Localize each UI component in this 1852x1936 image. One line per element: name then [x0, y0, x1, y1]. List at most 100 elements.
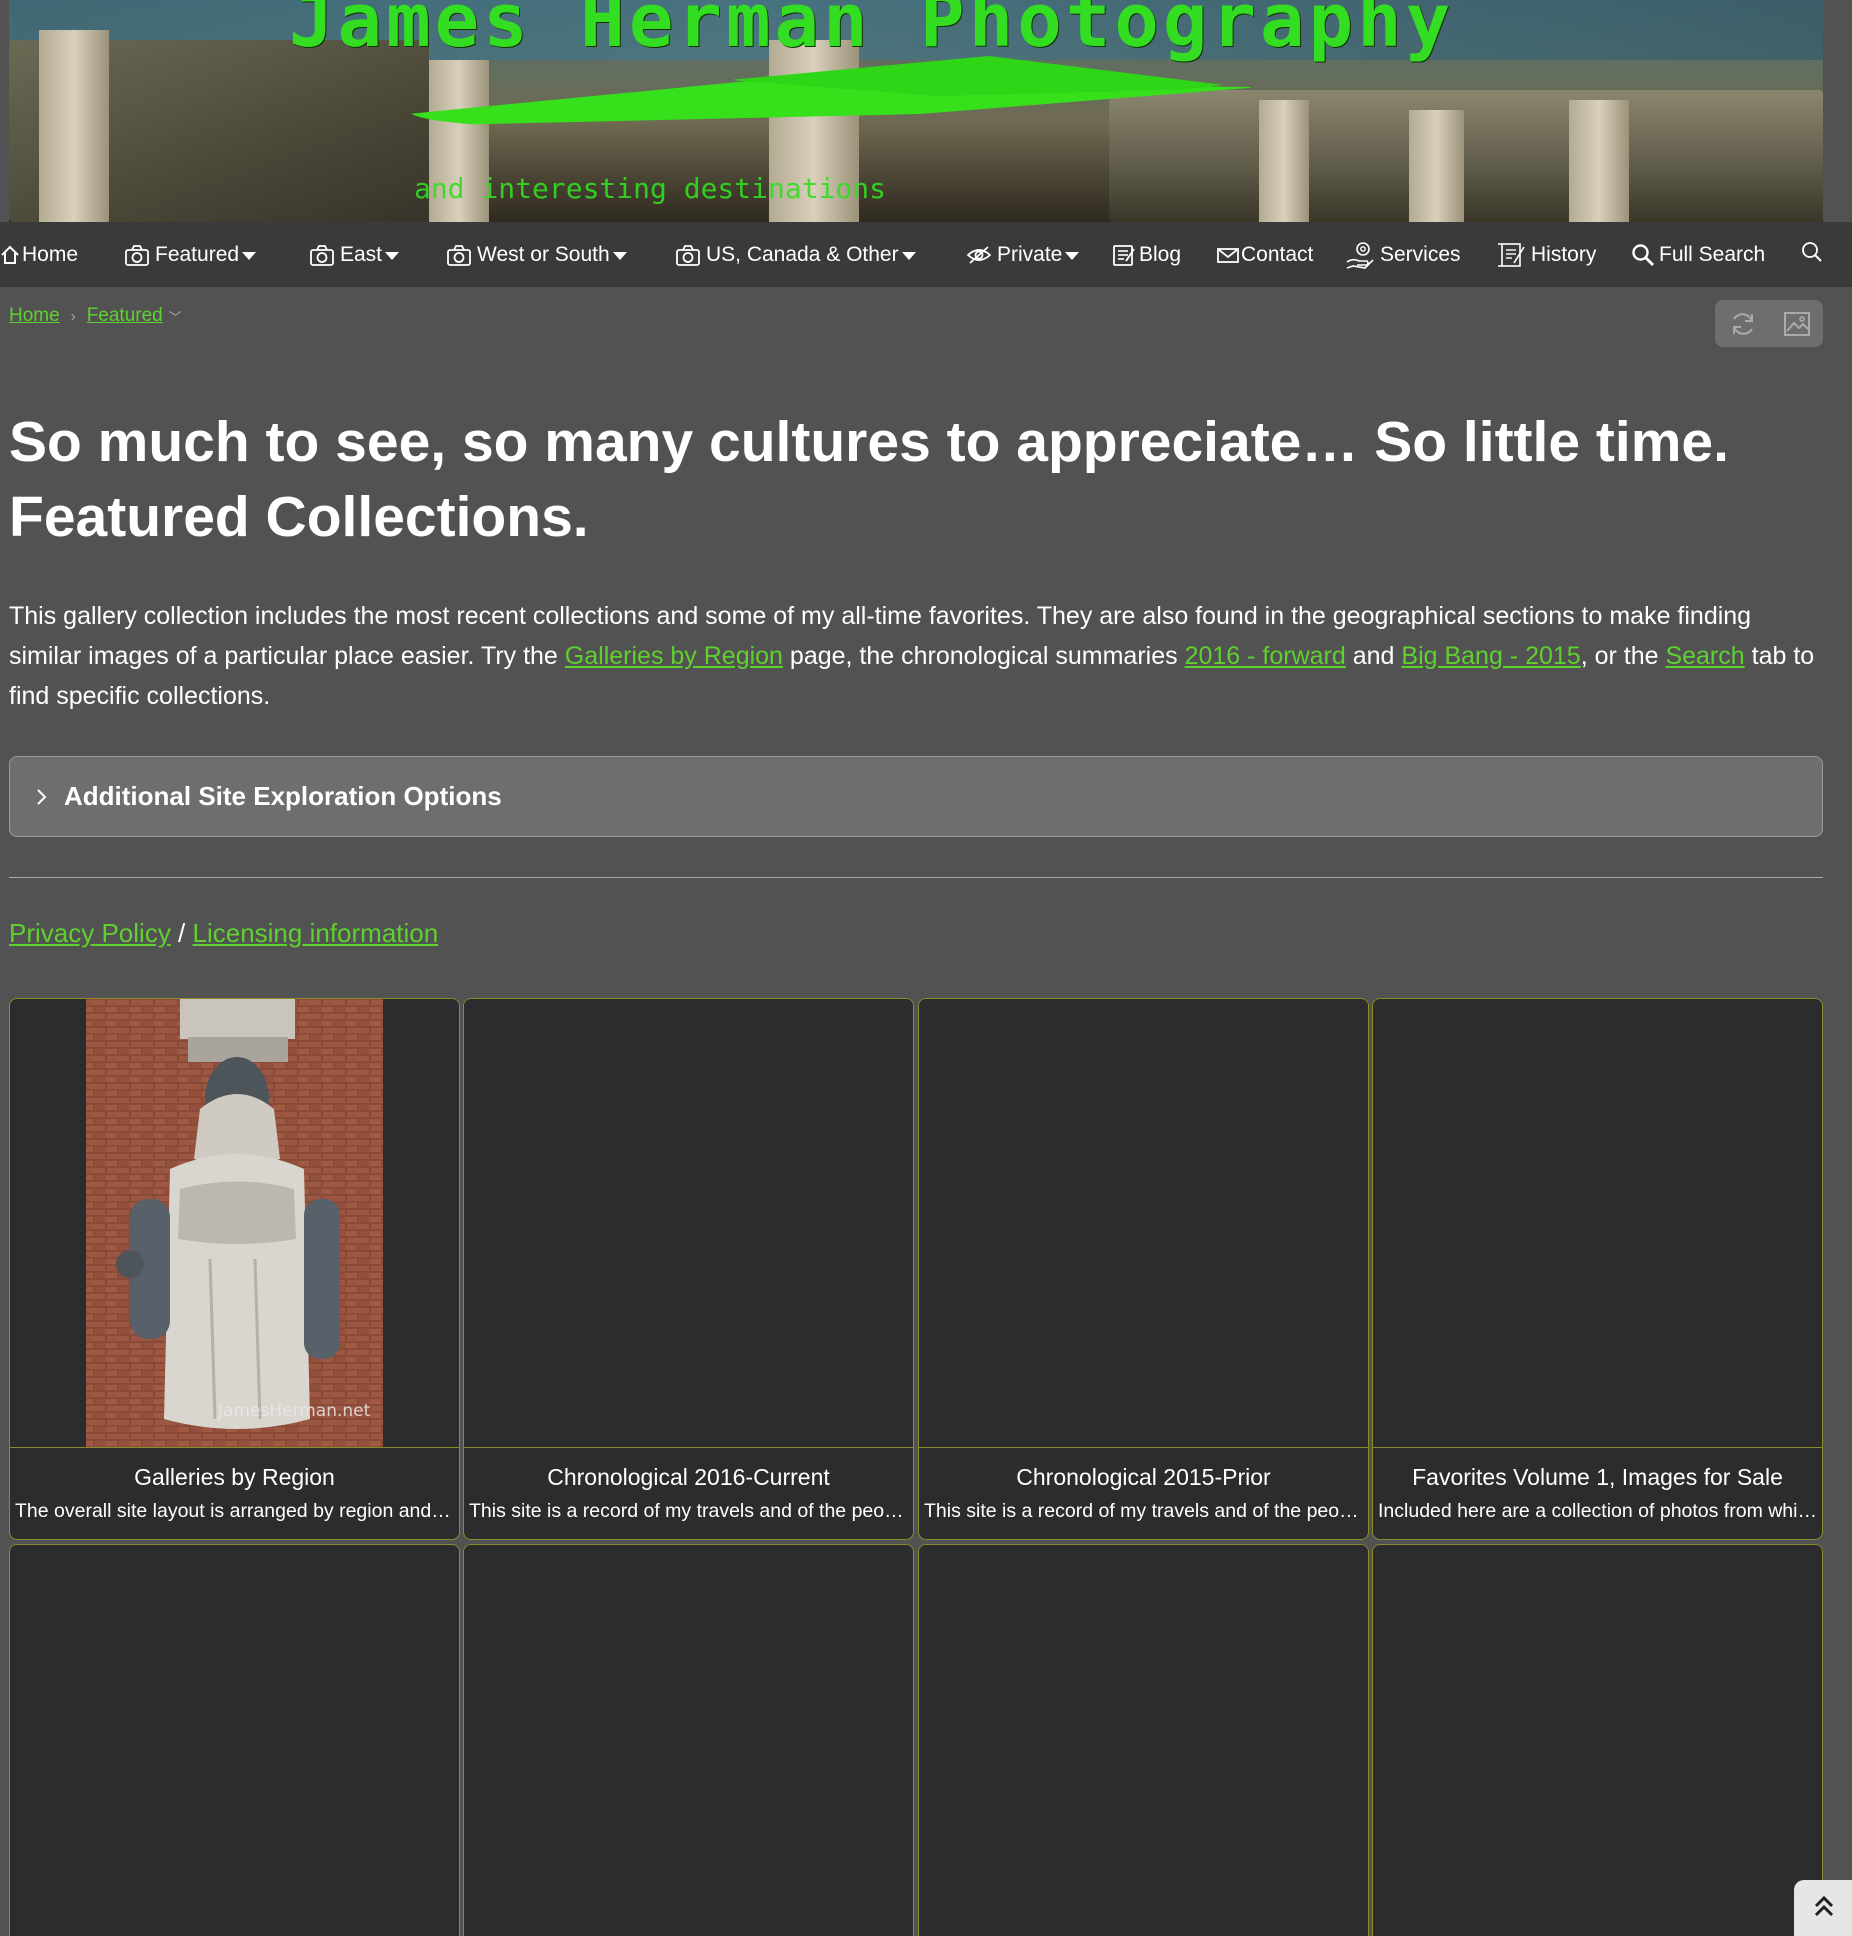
- gallery-card[interactable]: JamesHerman.net Galleries by Region The …: [9, 998, 460, 1540]
- nav-contact-label: Contact: [1241, 242, 1314, 266]
- card-description: Included here are a collection of photos…: [1378, 1500, 1822, 1522]
- gallery-thumbnail: [1373, 1545, 1822, 1936]
- banner-tagline: and interesting destinations: [414, 172, 887, 205]
- caret-down-icon: [385, 251, 400, 260]
- nav-history[interactable]: History: [1496, 222, 1596, 287]
- intro-paragraph: This gallery collection includes the mos…: [9, 596, 1819, 716]
- magnifier-icon: [1631, 243, 1655, 267]
- home-icon: [0, 245, 20, 265]
- breadcrumb-separator-icon: ›: [70, 307, 76, 325]
- nav-private[interactable]: Private: [966, 222, 1080, 287]
- gallery-card[interactable]: [1372, 1544, 1823, 1936]
- main-nav: Home Featured East West or South US, Can…: [0, 222, 1852, 287]
- chevron-down-icon[interactable]: ﹀: [169, 307, 182, 326]
- watermark: JamesHerman.net: [218, 1401, 371, 1421]
- gallery-thumbnail: [464, 1545, 913, 1936]
- gallery-card[interactable]: [463, 1544, 914, 1936]
- camera-icon: [675, 243, 701, 267]
- card-title: Chronological 2016-Current: [547, 1464, 830, 1490]
- card-description: This site is a record of my travels and …: [469, 1500, 913, 1522]
- gallery-card[interactable]: Chronological 2015-Prior This site is a …: [918, 998, 1369, 1540]
- banner-ruins-right: [1109, 90, 1823, 222]
- gallery-thumbnail: [464, 999, 913, 1447]
- nav-blog[interactable]: Blog: [1112, 222, 1181, 287]
- card-caption: Favorites Volume 1, Images for Sale Incl…: [1373, 1447, 1822, 1539]
- services-icon: [1345, 240, 1375, 270]
- banner-title: James Herman Photography: [289, 0, 1455, 64]
- image-icon[interactable]: [1783, 311, 1811, 337]
- licensing-information-link[interactable]: Licensing information: [193, 918, 439, 948]
- double-chevron-up-icon: [1813, 1893, 1835, 1924]
- view-tools: [1715, 300, 1823, 347]
- card-caption: Chronological 2016-Current This site is …: [464, 1447, 913, 1539]
- caret-down-icon: [1065, 251, 1080, 260]
- camera-icon: [124, 243, 150, 267]
- breadcrumb-featured-link[interactable]: Featured: [87, 305, 163, 327]
- chevron-right-icon: [36, 788, 48, 806]
- nav-blog-label: Blog: [1139, 242, 1182, 266]
- search-icon: [1801, 241, 1823, 269]
- divider: [9, 877, 1823, 878]
- banner-column: [1569, 100, 1629, 222]
- nav-us-canada-other-label: US, Canada & Other: [706, 242, 899, 266]
- nav-east[interactable]: East: [309, 222, 400, 287]
- gallery-thumbnail: [919, 999, 1368, 1447]
- nav-home-label: Home: [22, 242, 79, 266]
- nav-home[interactable]: Home: [0, 222, 78, 287]
- gallery-thumbnail: [10, 1545, 459, 1936]
- card-title: Favorites Volume 1, Images for Sale: [1412, 1464, 1783, 1490]
- nav-services-label: Services: [1380, 242, 1461, 266]
- caret-down-icon: [242, 251, 257, 260]
- nav-services[interactable]: Services: [1345, 222, 1461, 287]
- nav-full-search-label: Full Search: [1659, 242, 1766, 266]
- gallery-card[interactable]: [918, 1544, 1369, 1936]
- nav-east-label: East: [340, 242, 383, 266]
- chronological-2016-link[interactable]: 2016 - forward: [1185, 642, 1346, 670]
- nav-contact[interactable]: Contact: [1216, 222, 1313, 287]
- privacy-policy-link[interactable]: Privacy Policy: [9, 918, 171, 948]
- history-icon: [1496, 241, 1526, 269]
- site-exploration-accordion[interactable]: Additional Site Exploration Options: [9, 756, 1823, 837]
- galleries-by-region-link[interactable]: Galleries by Region: [565, 642, 783, 670]
- hidden-eye-icon: [966, 244, 992, 266]
- nav-west-or-south[interactable]: West or South: [446, 222, 627, 287]
- policy-links: Privacy Policy / Licensing information: [9, 918, 438, 949]
- banner-column: [1409, 110, 1464, 222]
- card-description: This site is a record of my travels and …: [924, 1500, 1368, 1522]
- camera-icon: [309, 243, 335, 267]
- statue-photo: [86, 999, 383, 1447]
- refresh-icon[interactable]: [1728, 310, 1758, 338]
- nav-history-label: History: [1531, 242, 1597, 266]
- banner-column: [1259, 100, 1309, 222]
- page-title-line2: Featured Collections.: [9, 485, 589, 549]
- caret-down-icon: [612, 251, 627, 260]
- page-title: So much to see, so many cultures to appr…: [9, 405, 1829, 555]
- camera-icon: [446, 243, 472, 267]
- gallery-thumbnail: JamesHerman.net: [10, 999, 459, 1447]
- gallery-thumbnail: [1373, 999, 1822, 1447]
- site-banner[interactable]: James Herman Photography and interesting…: [9, 0, 1823, 222]
- intro-text: page, the chronological summaries: [782, 642, 1185, 670]
- nav-us-canada-other[interactable]: US, Canada & Other: [675, 222, 916, 287]
- intro-text: , or the: [1580, 642, 1666, 670]
- scroll-to-top-button[interactable]: [1794, 1880, 1852, 1936]
- nav-featured[interactable]: Featured: [124, 222, 257, 287]
- envelope-icon: [1216, 245, 1240, 265]
- nav-full-search[interactable]: Full Search: [1631, 222, 1765, 287]
- gallery-card[interactable]: Favorites Volume 1, Images for Sale Incl…: [1372, 998, 1823, 1540]
- link-separator: /: [170, 918, 193, 948]
- banner-column: [39, 30, 109, 222]
- card-caption: Galleries by Region The overall site lay…: [10, 1447, 459, 1539]
- search-link[interactable]: Search: [1665, 642, 1744, 670]
- breadcrumb-home-link[interactable]: Home: [9, 305, 60, 327]
- blog-icon: [1112, 243, 1136, 267]
- big-bang-2015-link[interactable]: Big Bang - 2015: [1401, 642, 1580, 670]
- accordion-label: Additional Site Exploration Options: [64, 781, 502, 811]
- gallery-card[interactable]: Chronological 2016-Current This site is …: [463, 998, 914, 1540]
- intro-text: and: [1345, 642, 1402, 670]
- search-button[interactable]: [1801, 222, 1823, 287]
- card-caption: Chronological 2015-Prior This site is a …: [919, 1447, 1368, 1539]
- breadcrumb: Home › Featured ﹀: [9, 305, 182, 327]
- nav-featured-label: Featured: [155, 242, 240, 266]
- gallery-card[interactable]: [9, 1544, 460, 1936]
